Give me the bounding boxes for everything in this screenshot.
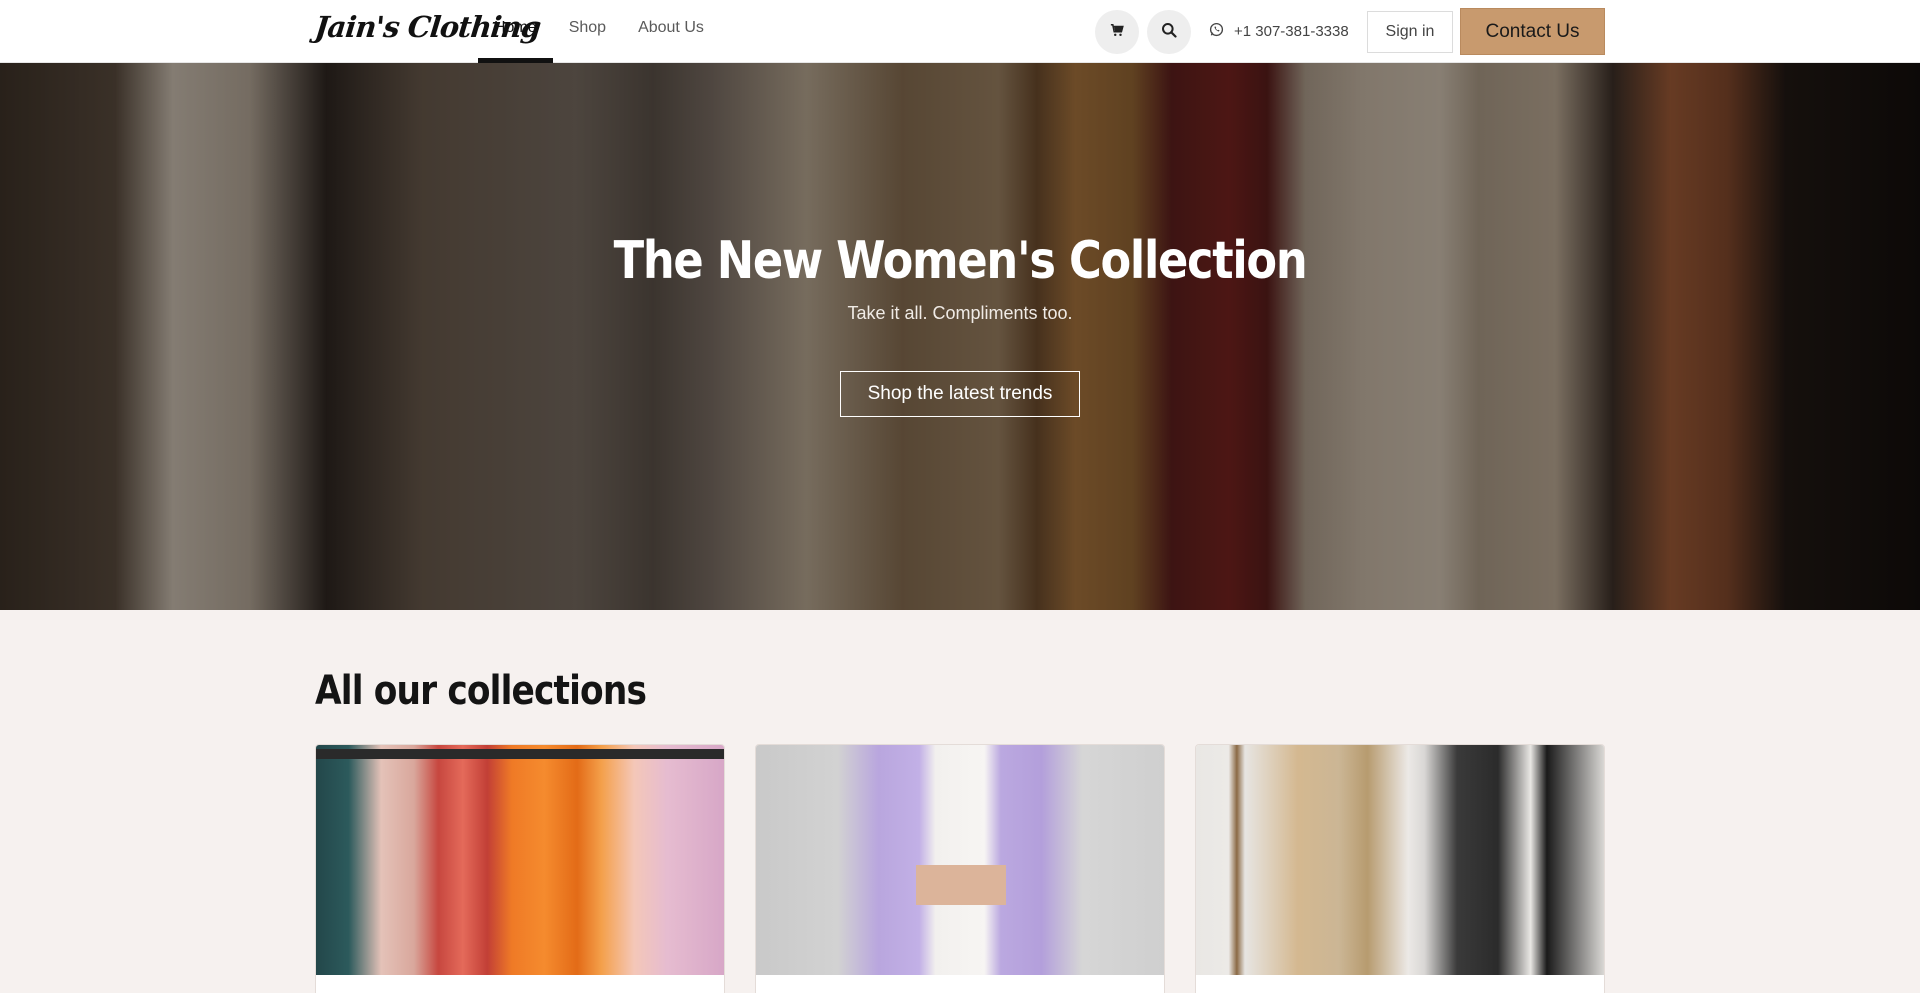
image-detail <box>916 865 1006 905</box>
search-icon <box>1161 22 1177 43</box>
nav-home[interactable]: Home <box>478 0 553 63</box>
collection-image <box>1196 745 1604 975</box>
site-header: Jain's Clothing Home Shop About Us +1 30… <box>0 0 1920 63</box>
collection-image <box>316 745 724 975</box>
contact-us-button[interactable]: Contact Us <box>1460 8 1605 55</box>
nav-shop[interactable]: Shop <box>553 0 622 63</box>
hero-title: The New Women's Collection <box>613 231 1308 291</box>
cart-icon <box>1110 23 1124 42</box>
cart-button[interactable] <box>1095 10 1139 54</box>
nav-about-us[interactable]: About Us <box>622 0 720 63</box>
hero-banner: The New Women's Collection Take it all. … <box>0 63 1920 610</box>
collection-card[interactable] <box>755 744 1165 993</box>
phone-number: +1 307-381-3338 <box>1234 23 1349 40</box>
collection-card[interactable] <box>315 744 725 993</box>
hero-subtitle: Take it all. Compliments too. <box>847 303 1073 323</box>
clothing-rail <box>316 749 724 759</box>
whatsapp-icon <box>1209 22 1234 41</box>
phone-link[interactable]: +1 307-381-3338 <box>1209 22 1349 41</box>
main-nav: Home Shop About Us <box>478 0 720 63</box>
shop-latest-trends-button[interactable]: Shop the latest trends <box>840 371 1080 417</box>
collections-title: All our collections <box>315 668 647 714</box>
sign-in-button[interactable]: Sign in <box>1367 11 1453 53</box>
collection-card[interactable] <box>1195 744 1605 993</box>
collection-image <box>756 745 1164 975</box>
search-button[interactable] <box>1147 10 1191 54</box>
hero-overlay <box>0 63 1920 610</box>
